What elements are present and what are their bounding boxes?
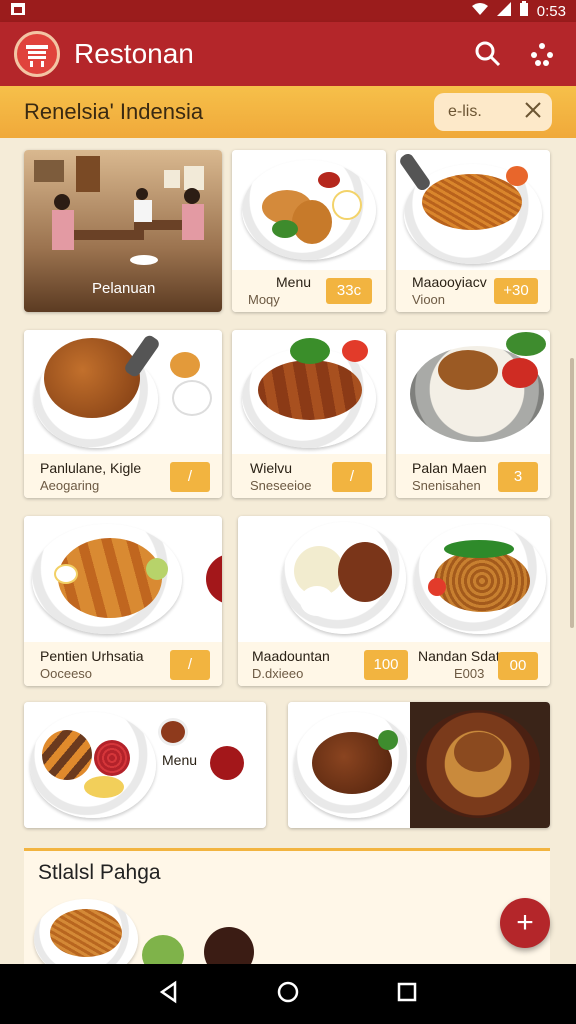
status-bar: 0:53 (0, 0, 576, 22)
card-name: Maaooyiacv (412, 274, 487, 290)
card-footer: Menu Moqy 33c (232, 270, 386, 312)
recents-icon[interactable] (395, 980, 419, 1009)
card-footer: Maaooyiacv Vioon +30 (396, 270, 550, 312)
food-image (24, 330, 222, 454)
action-tag[interactable]: / (332, 462, 372, 492)
card-name: Nandan Sdat (418, 648, 500, 664)
menu-card[interactable]: Wielvu Sneseeioe / (232, 330, 386, 498)
menu-card[interactable] (288, 702, 550, 828)
action-tag[interactable]: / (170, 650, 210, 680)
food-image (238, 516, 550, 642)
section-title: Stlalsl Pahga (38, 861, 161, 884)
card-name: Menu (276, 274, 312, 290)
battery-icon (519, 1, 529, 21)
card-subtitle: Vioon (412, 292, 446, 307)
card-name: Maadountan (252, 648, 330, 664)
food-image-detail (50, 909, 122, 957)
card-footer: Wielvu Sneseeioe / (232, 454, 386, 498)
card-subtitle: E003 (454, 666, 485, 681)
card-subtitle: Moqy (248, 292, 280, 307)
menu-card[interactable]: Palan Maen Snenisahen 3 (396, 330, 550, 498)
more-button[interactable] (522, 34, 562, 74)
card-name: Pentien Urhsatia (40, 648, 144, 664)
card-footer: Panlulane, Kigle Aeogaring / (24, 454, 222, 498)
price-tag[interactable]: 100 (364, 650, 408, 680)
restaurant-logo-icon (14, 31, 60, 77)
search-icon (475, 41, 501, 67)
price-tag[interactable]: 33c (326, 278, 372, 304)
menu-card[interactable]: Panlulane, Kigle Aeogaring / (24, 330, 222, 498)
card-subtitle: D.dxieeo (252, 666, 304, 681)
app-title: Restonan (74, 38, 194, 69)
food-image (232, 150, 386, 270)
menu-grid: Pelanuan Menu Moqy 33c Maaooyiacv Vioon … (0, 138, 576, 964)
signal-icon (496, 2, 511, 20)
card-subtitle: Aeogaring (40, 478, 100, 493)
close-icon[interactable] (524, 101, 542, 124)
card-subtitle: Snenisahen (412, 478, 481, 493)
card-name: Menu (162, 752, 198, 768)
menu-card[interactable]: Menu Moqy 33c (232, 150, 386, 312)
card-name: Pelanuan (92, 280, 156, 297)
action-tag[interactable]: / (170, 462, 210, 492)
wifi-icon (471, 2, 489, 20)
restaurant-photo-card[interactable]: Pelanuan (24, 150, 222, 312)
app-bar: Restonan (0, 22, 576, 86)
price-tag-label: 00 (509, 657, 527, 674)
card-footer: Maadountan D.dxieeo 100 Nandan Sdat E003… (238, 642, 550, 686)
food-image (396, 150, 550, 270)
card-footer: Palan Maen Snenisahen 3 (396, 454, 550, 498)
action-tag[interactable]: 3 (498, 462, 538, 492)
side-dish (204, 927, 254, 964)
food-image (24, 702, 266, 828)
dots-icon (531, 43, 553, 66)
filter-chip[interactable]: e-lis. (434, 93, 552, 131)
menu-card-wide[interactable]: Maadountan D.dxieeo 100 Nandan Sdat E003… (238, 516, 550, 686)
food-image (396, 330, 550, 454)
price-tag[interactable]: +30 (494, 278, 538, 304)
filter-text: Renelsia' Indensia (24, 99, 204, 124)
section-panel: Stlalsl Pahga (24, 848, 550, 964)
clock-text: 0:53 (536, 2, 566, 20)
price-tag[interactable]: 00 (498, 652, 538, 680)
scrollbar[interactable] (570, 358, 574, 628)
menu-card[interactable]: Pentien Urhsatia Ooceeso / (24, 516, 222, 686)
card-subtitle: Sneseeioe (250, 478, 312, 493)
food-image (288, 702, 550, 828)
filter-chip-label: e-lis. (448, 103, 482, 120)
card-name: Wielvu (250, 460, 293, 476)
menu-card[interactable]: Maaooyiacv Vioon +30 (396, 150, 550, 312)
menu-card[interactable]: Menu (24, 702, 266, 828)
filter-bar: Renelsia' Indensia e-lis. (0, 86, 576, 138)
card-name: Palan Maen (412, 460, 487, 476)
card-name: Panlulane, Kigle (40, 460, 142, 476)
home-icon[interactable] (276, 980, 300, 1009)
navigation-bar (0, 964, 576, 1024)
gallery-icon (10, 2, 26, 20)
back-icon[interactable] (157, 980, 181, 1009)
screen: 0:53 Restonan Renelsia' Indensia e-lis. … (0, 0, 576, 1024)
add-button[interactable]: + (500, 898, 550, 948)
side-dish (142, 935, 184, 964)
card-subtitle: Ooceeso (40, 666, 93, 681)
food-image (232, 330, 386, 454)
food-image (24, 516, 222, 642)
card-footer: Pentien Urhsatia Ooceeso / (24, 642, 222, 686)
search-button[interactable] (468, 34, 508, 74)
